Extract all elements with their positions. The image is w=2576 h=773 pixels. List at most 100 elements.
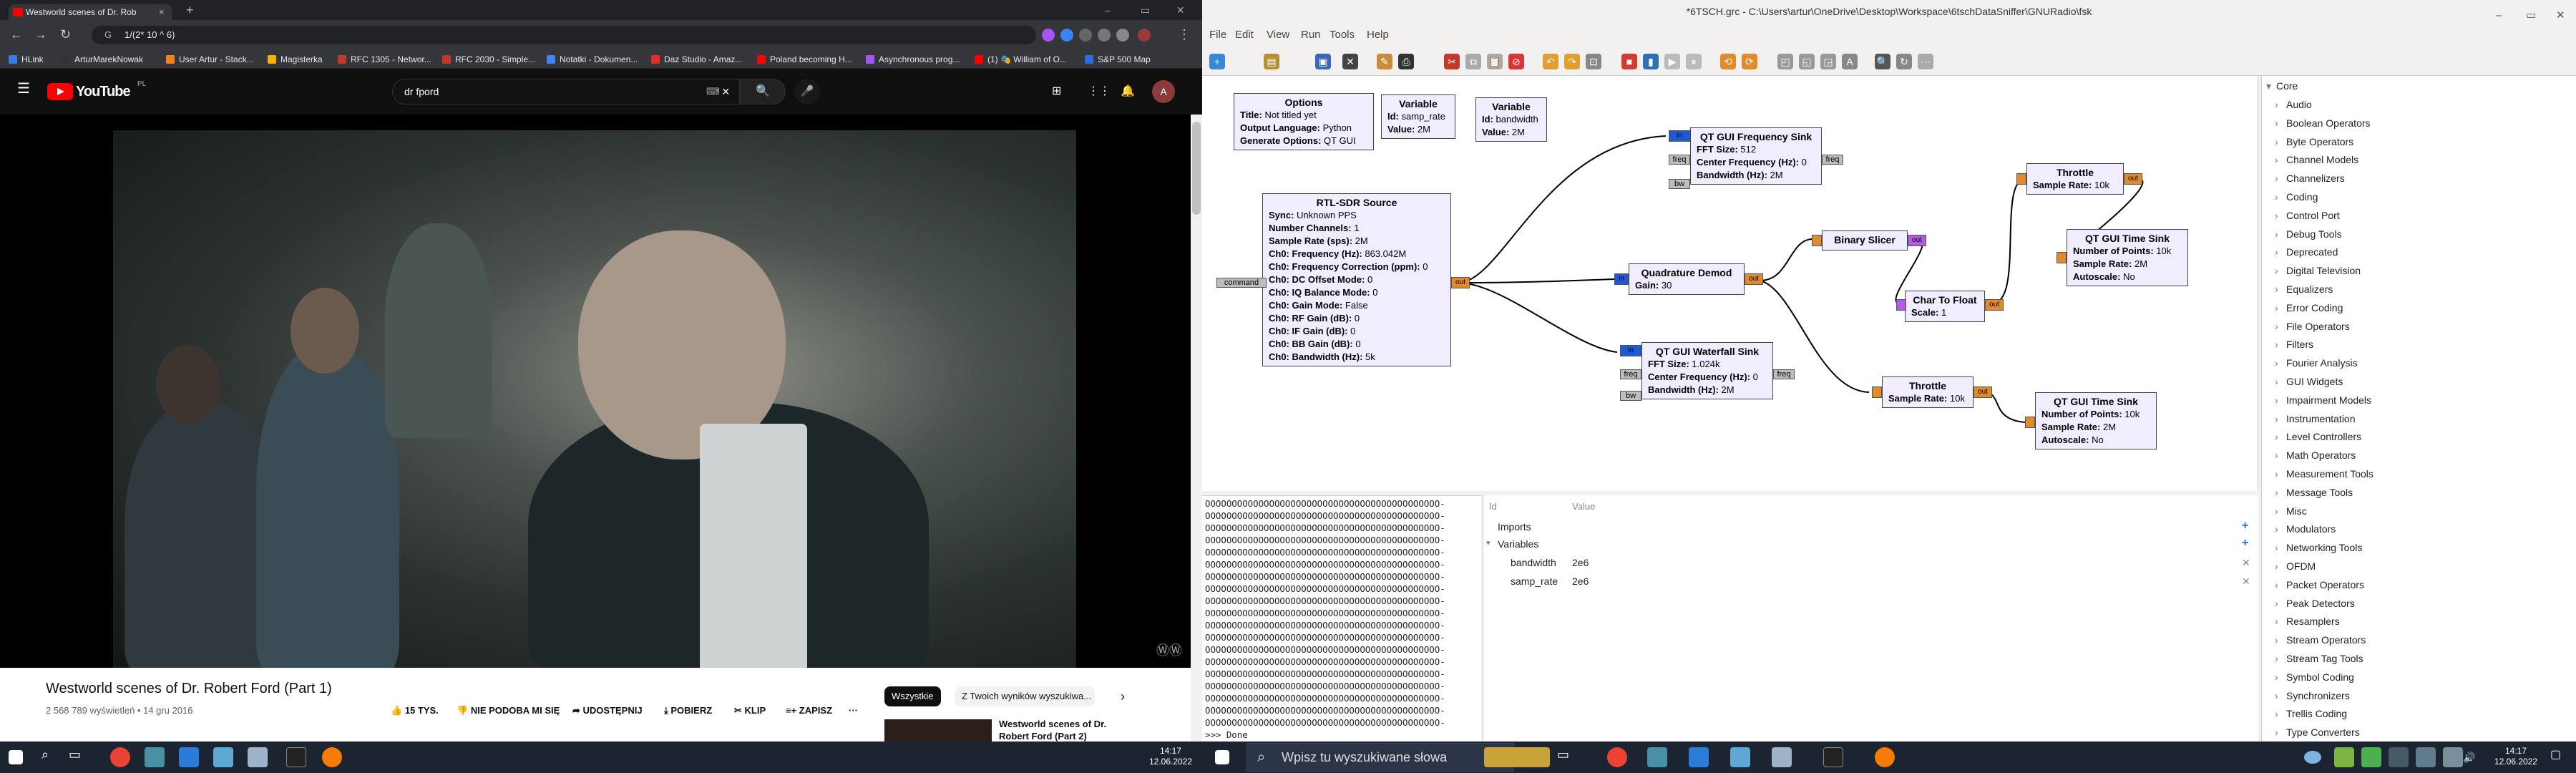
open-folder-icon[interactable]: ▤ [1264, 54, 1279, 69]
menu-run[interactable]: Run [1301, 23, 1321, 47]
extension-icon[interactable] [1079, 29, 1092, 42]
flowgraph-canvas[interactable]: Options Title: Not titled yet Output Lan… [1202, 76, 2258, 491]
video-frame[interactable] [113, 130, 1076, 668]
volume-icon[interactable]: 🔊 [2463, 747, 2483, 767]
tree-category[interactable]: Measurement Tools [2275, 468, 2373, 480]
puzzle-icon[interactable] [1098, 29, 1111, 42]
bookmark-item[interactable]: Poland becoming H... [757, 50, 852, 69]
menu-edit[interactable]: Edit [1235, 23, 1254, 47]
notifications-bell-icon[interactable]: 🔔 [1121, 84, 1135, 99]
save-icon[interactable]: ▣ [1315, 54, 1331, 69]
chips-next-icon[interactable]: › [1113, 686, 1132, 706]
tree-category[interactable]: Stream Tag Tools [2275, 653, 2363, 664]
bypass-icon[interactable]: ◲ [1820, 54, 1836, 69]
youtube-logo-text[interactable]: YouTube [76, 83, 131, 100]
video-player[interactable]: ⓌⓌ [0, 115, 1191, 668]
task-view-icon[interactable]: ▭ [69, 747, 89, 767]
pause-icon[interactable]: ⏸ [1686, 54, 1702, 69]
menu-file[interactable]: File [1209, 23, 1226, 47]
tree-category[interactable]: Math Operators [2275, 449, 2356, 461]
block-options[interactable]: Options Title: Not titled yet Output Lan… [1234, 93, 1374, 150]
paste-icon[interactable]: 📋 [1487, 54, 1503, 69]
port-waterfall-in[interactable]: in [1620, 345, 1641, 356]
profile-avatar[interactable] [1138, 29, 1151, 42]
share-button[interactable]: ➦ UDOSTĘPNIJ [572, 705, 643, 716]
sidepanel-icon[interactable] [1116, 29, 1129, 42]
redo-icon[interactable]: ↷ [1564, 54, 1580, 69]
tree-category[interactable]: Packet Operators [2275, 579, 2364, 590]
chip-from-search[interactable]: Z Twoich wyników wyszukiwa... [955, 686, 1095, 706]
channel-watermark[interactable]: ⓌⓌ [1156, 641, 1182, 659]
properties-icon[interactable]: A [1842, 54, 1858, 69]
start-windows-icon[interactable] [9, 750, 23, 764]
close-window-button[interactable]: ✕ [1176, 3, 1185, 17]
voice-search-button[interactable]: 🎤 [794, 79, 820, 104]
notifications-icon[interactable]: ▢ [2550, 747, 2570, 767]
add-import-icon[interactable]: + [2242, 520, 2248, 533]
port-command[interactable]: command [1216, 278, 1267, 288]
port-timesink2-in[interactable] [2025, 417, 2035, 428]
tree-category[interactable]: Peak Detectors [2275, 598, 2355, 609]
undo-icon[interactable]: ↶ [1543, 54, 1558, 69]
tree-category[interactable]: Stream Operators [2275, 634, 2366, 646]
bookmark-item[interactable]: ArturMarekNowak [62, 50, 143, 69]
tree-category[interactable]: Coding [2275, 191, 2318, 203]
clock-left[interactable]: 14:17 12.06.2022 [1142, 746, 1199, 767]
cut-icon[interactable]: ✂ [1444, 54, 1460, 69]
reload-icon[interactable]: ↻ [60, 27, 71, 42]
stop-icon[interactable]: ■ [1621, 54, 1637, 69]
collapse-arrow-icon[interactable]: ▾ [2266, 80, 2271, 92]
chip-all[interactable]: Wszystkie [884, 686, 941, 706]
port-throttle2-in[interactable] [1872, 386, 1882, 398]
group-variables[interactable]: Variables [1498, 538, 1538, 550]
photos-taskbar-icon[interactable] [1689, 747, 1709, 767]
block-qt-time-sink-1[interactable]: QT GUI Time Sink Number of Points: 10k S… [2067, 229, 2188, 286]
block-variable-samp-rate[interactable]: Variable Id: samp_rate Value: 2M [1381, 94, 1455, 139]
terminal-taskbar-icon[interactable] [1823, 747, 1843, 767]
tree-category[interactable]: Deprecated [2275, 246, 2338, 258]
enable-icon[interactable]: ◰ [1777, 54, 1793, 69]
add-variable-icon[interactable]: + [2242, 537, 2248, 550]
search-highlight-icon[interactable] [1484, 747, 1550, 767]
tray-app-icon[interactable] [2416, 747, 2436, 767]
pen-extension-icon[interactable] [1042, 29, 1055, 42]
tree-category[interactable]: Symbol Coding [2275, 671, 2354, 683]
tree-category[interactable]: Instrumentation [2275, 413, 2355, 424]
tree-category[interactable]: GUI Widgets [2275, 376, 2343, 387]
errors-icon[interactable]: ⊡ [1586, 54, 1601, 69]
tree-category[interactable]: OFDM [2275, 560, 2316, 572]
forward-icon[interactable]: → [34, 27, 47, 42]
run-icon[interactable]: ▶ [1664, 54, 1680, 69]
gnuradio-taskbar-icon[interactable] [322, 747, 342, 767]
vpn-extension-icon[interactable] [1060, 29, 1073, 42]
tool-taskbar-icon[interactable] [1772, 747, 1792, 767]
port-freqsink-bw[interactable]: bw [1669, 179, 1690, 189]
chrome-taskbar-icon[interactable] [110, 747, 130, 767]
youtube-logo-icon[interactable] [47, 83, 73, 100]
tree-category[interactable]: Audio [2275, 99, 2312, 110]
chrome-taskbar-icon[interactable] [1607, 747, 1627, 767]
create-video-icon[interactable]: ⊞ [1052, 84, 1061, 99]
refresh-icon[interactable]: ↻ [1896, 54, 1912, 69]
delete-icon[interactable]: ⊘ [1508, 54, 1524, 69]
clear-search-icon[interactable]: × [722, 79, 730, 104]
block-rtl-sdr-source[interactable]: RTL-SDR Source Sync: Unknown PPS Number C… [1262, 193, 1451, 366]
save-button[interactable]: ≡+ ZAPISZ [786, 705, 832, 716]
account-avatar[interactable]: A [1152, 80, 1175, 103]
block-qt-frequency-sink[interactable]: QT GUI Frequency Sink FFT Size: 512 Cent… [1690, 127, 1822, 185]
tree-category[interactable]: File Operators [2275, 321, 2350, 332]
tree-category[interactable]: Fourier Analysis [2275, 357, 2358, 369]
tree-category[interactable]: Equalizers [2275, 283, 2333, 295]
port-slicer-out[interactable]: out [1908, 235, 1926, 246]
block-throttle-2[interactable]: Throttle Sample Rate: 10k [1882, 376, 1974, 408]
terminal-taskbar-icon[interactable] [286, 747, 306, 767]
scrollbar-thumb[interactable] [1192, 122, 1201, 215]
block-qt-waterfall-sink[interactable]: QT GUI Waterfall Sink FFT Size: 1.024k C… [1641, 342, 1773, 399]
tree-category[interactable]: Misc [2275, 505, 2307, 517]
bookmark-item[interactable]: Asynchronous prog... [866, 50, 960, 69]
minimize-button[interactable]: – [1105, 3, 1111, 17]
port-throttle2-out[interactable]: out [1974, 386, 1992, 398]
tree-category[interactable]: Byte Operators [2275, 136, 2353, 147]
port-waterfall-freq[interactable]: freq [1620, 369, 1641, 379]
bookmark-item[interactable]: Magisterka [268, 50, 323, 69]
